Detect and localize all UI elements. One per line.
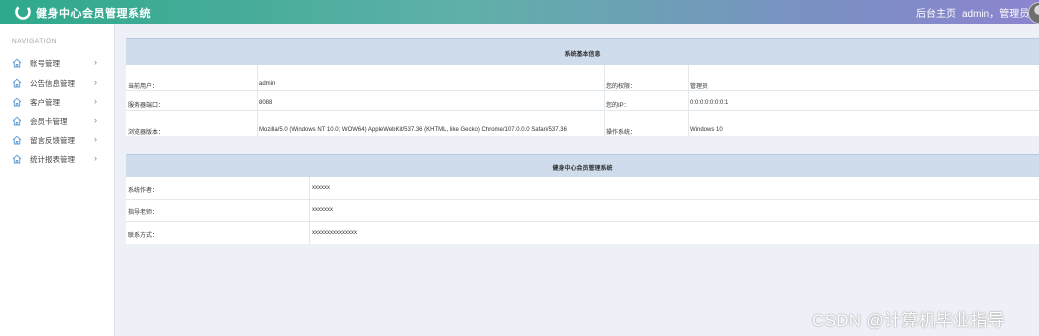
app-title: 健身中心会员管理系统 [36, 8, 151, 20]
home-icon [12, 78, 22, 88]
chevron-right-icon: › [94, 134, 97, 144]
ip-label: 您的IP： [606, 103, 630, 109]
sidebar-item-notice[interactable]: 公告信息管理 › [0, 74, 114, 92]
nav-title: NAVIGATION [12, 38, 58, 45]
avatar[interactable] [1028, 2, 1039, 24]
permission-label: 您的权限： [606, 84, 637, 90]
watermark: CSDN @计算机毕业指导 [812, 311, 1006, 330]
home-icon [12, 58, 22, 68]
contact-value: xxxxxxxxxxxxxxx [312, 230, 357, 236]
user-info[interactable]: admin，管理员 [962, 5, 1029, 20]
chevron-right-icon: › [94, 115, 97, 125]
about-header: 健身中心会员管理系统 [126, 154, 1039, 177]
ip-value: 0:0:0:0:0:0:0:1 [690, 100, 729, 106]
home-link[interactable]: 后台主页 [916, 5, 956, 20]
sidebar: NAVIGATION 账号管理 › 公告信息管理 › 客户管理 › 会员卡管理 … [0, 24, 115, 336]
current-user-label: 当前用户： [128, 84, 159, 90]
browser-version-value: Mozilla/5.0 (Windows NT 10.0; WOW64) App… [259, 127, 567, 133]
about-title: 健身中心会员管理系统 [552, 166, 613, 172]
row-divider [126, 110, 1039, 111]
row-divider [126, 199, 1039, 200]
sidebar-item-account[interactable]: 账号管理 › [0, 54, 114, 72]
sidebar-item-label: 账号管理 [30, 59, 60, 68]
home-icon [12, 97, 22, 107]
about-panel: 健身中心会员管理系统 系统作者： xxxxxx 指导老师： xxxxxxx 联系… [126, 154, 1039, 244]
column-divider [688, 65, 689, 136]
column-divider [257, 65, 258, 136]
system-info-panel: 系统基本信息 当前用户： admin 您的权限： 管理员 服务器端口： 8088… [126, 38, 1039, 136]
column-divider [309, 177, 310, 244]
sidebar-item-label: 公告信息管理 [30, 79, 75, 88]
top-header: 健身中心会员管理系统 后台主页 admin，管理员 [0, 0, 1039, 24]
os-value: Windows 10 [690, 127, 723, 133]
current-user-value: admin [259, 81, 276, 87]
home-icon [12, 154, 22, 164]
row-divider [126, 90, 1039, 91]
author-value: xxxxxx [312, 185, 330, 191]
chevron-right-icon: › [94, 77, 97, 87]
system-info-title: 系统基本信息 [564, 52, 601, 58]
permission-value: 管理员 [690, 84, 709, 90]
teacher-label: 指导老师： [128, 210, 159, 216]
author-label: 系统作者： [128, 188, 159, 194]
home-icon [12, 135, 22, 145]
sidebar-item-label: 客户管理 [30, 98, 60, 107]
chevron-right-icon: › [94, 96, 97, 106]
sidebar-item-customer[interactable]: 客户管理 › [0, 93, 114, 111]
sidebar-item-reports[interactable]: 统计报表管理 › [0, 150, 114, 168]
browser-version-label: 浏览器版本： [128, 130, 165, 136]
sidebar-item-label: 会员卡管理 [30, 117, 68, 126]
teacher-value: xxxxxxx [312, 207, 333, 213]
app-logo-icon [15, 4, 31, 20]
contact-label: 联系方式： [128, 233, 159, 239]
server-port-label: 服务器端口： [128, 103, 165, 109]
os-label: 操作系统： [606, 130, 637, 136]
column-divider [604, 65, 605, 136]
sidebar-item-label: 留言反馈管理 [30, 136, 75, 145]
server-port-value: 8088 [259, 100, 273, 106]
sidebar-item-feedback[interactable]: 留言反馈管理 › [0, 131, 114, 149]
sidebar-item-label: 统计报表管理 [30, 155, 75, 164]
chevron-right-icon: › [94, 57, 97, 67]
chevron-right-icon: › [94, 153, 97, 163]
row-divider [126, 221, 1039, 222]
home-icon [12, 116, 22, 126]
system-info-header: 系统基本信息 [126, 38, 1039, 65]
sidebar-item-membership-card[interactable]: 会员卡管理 › [0, 112, 114, 130]
